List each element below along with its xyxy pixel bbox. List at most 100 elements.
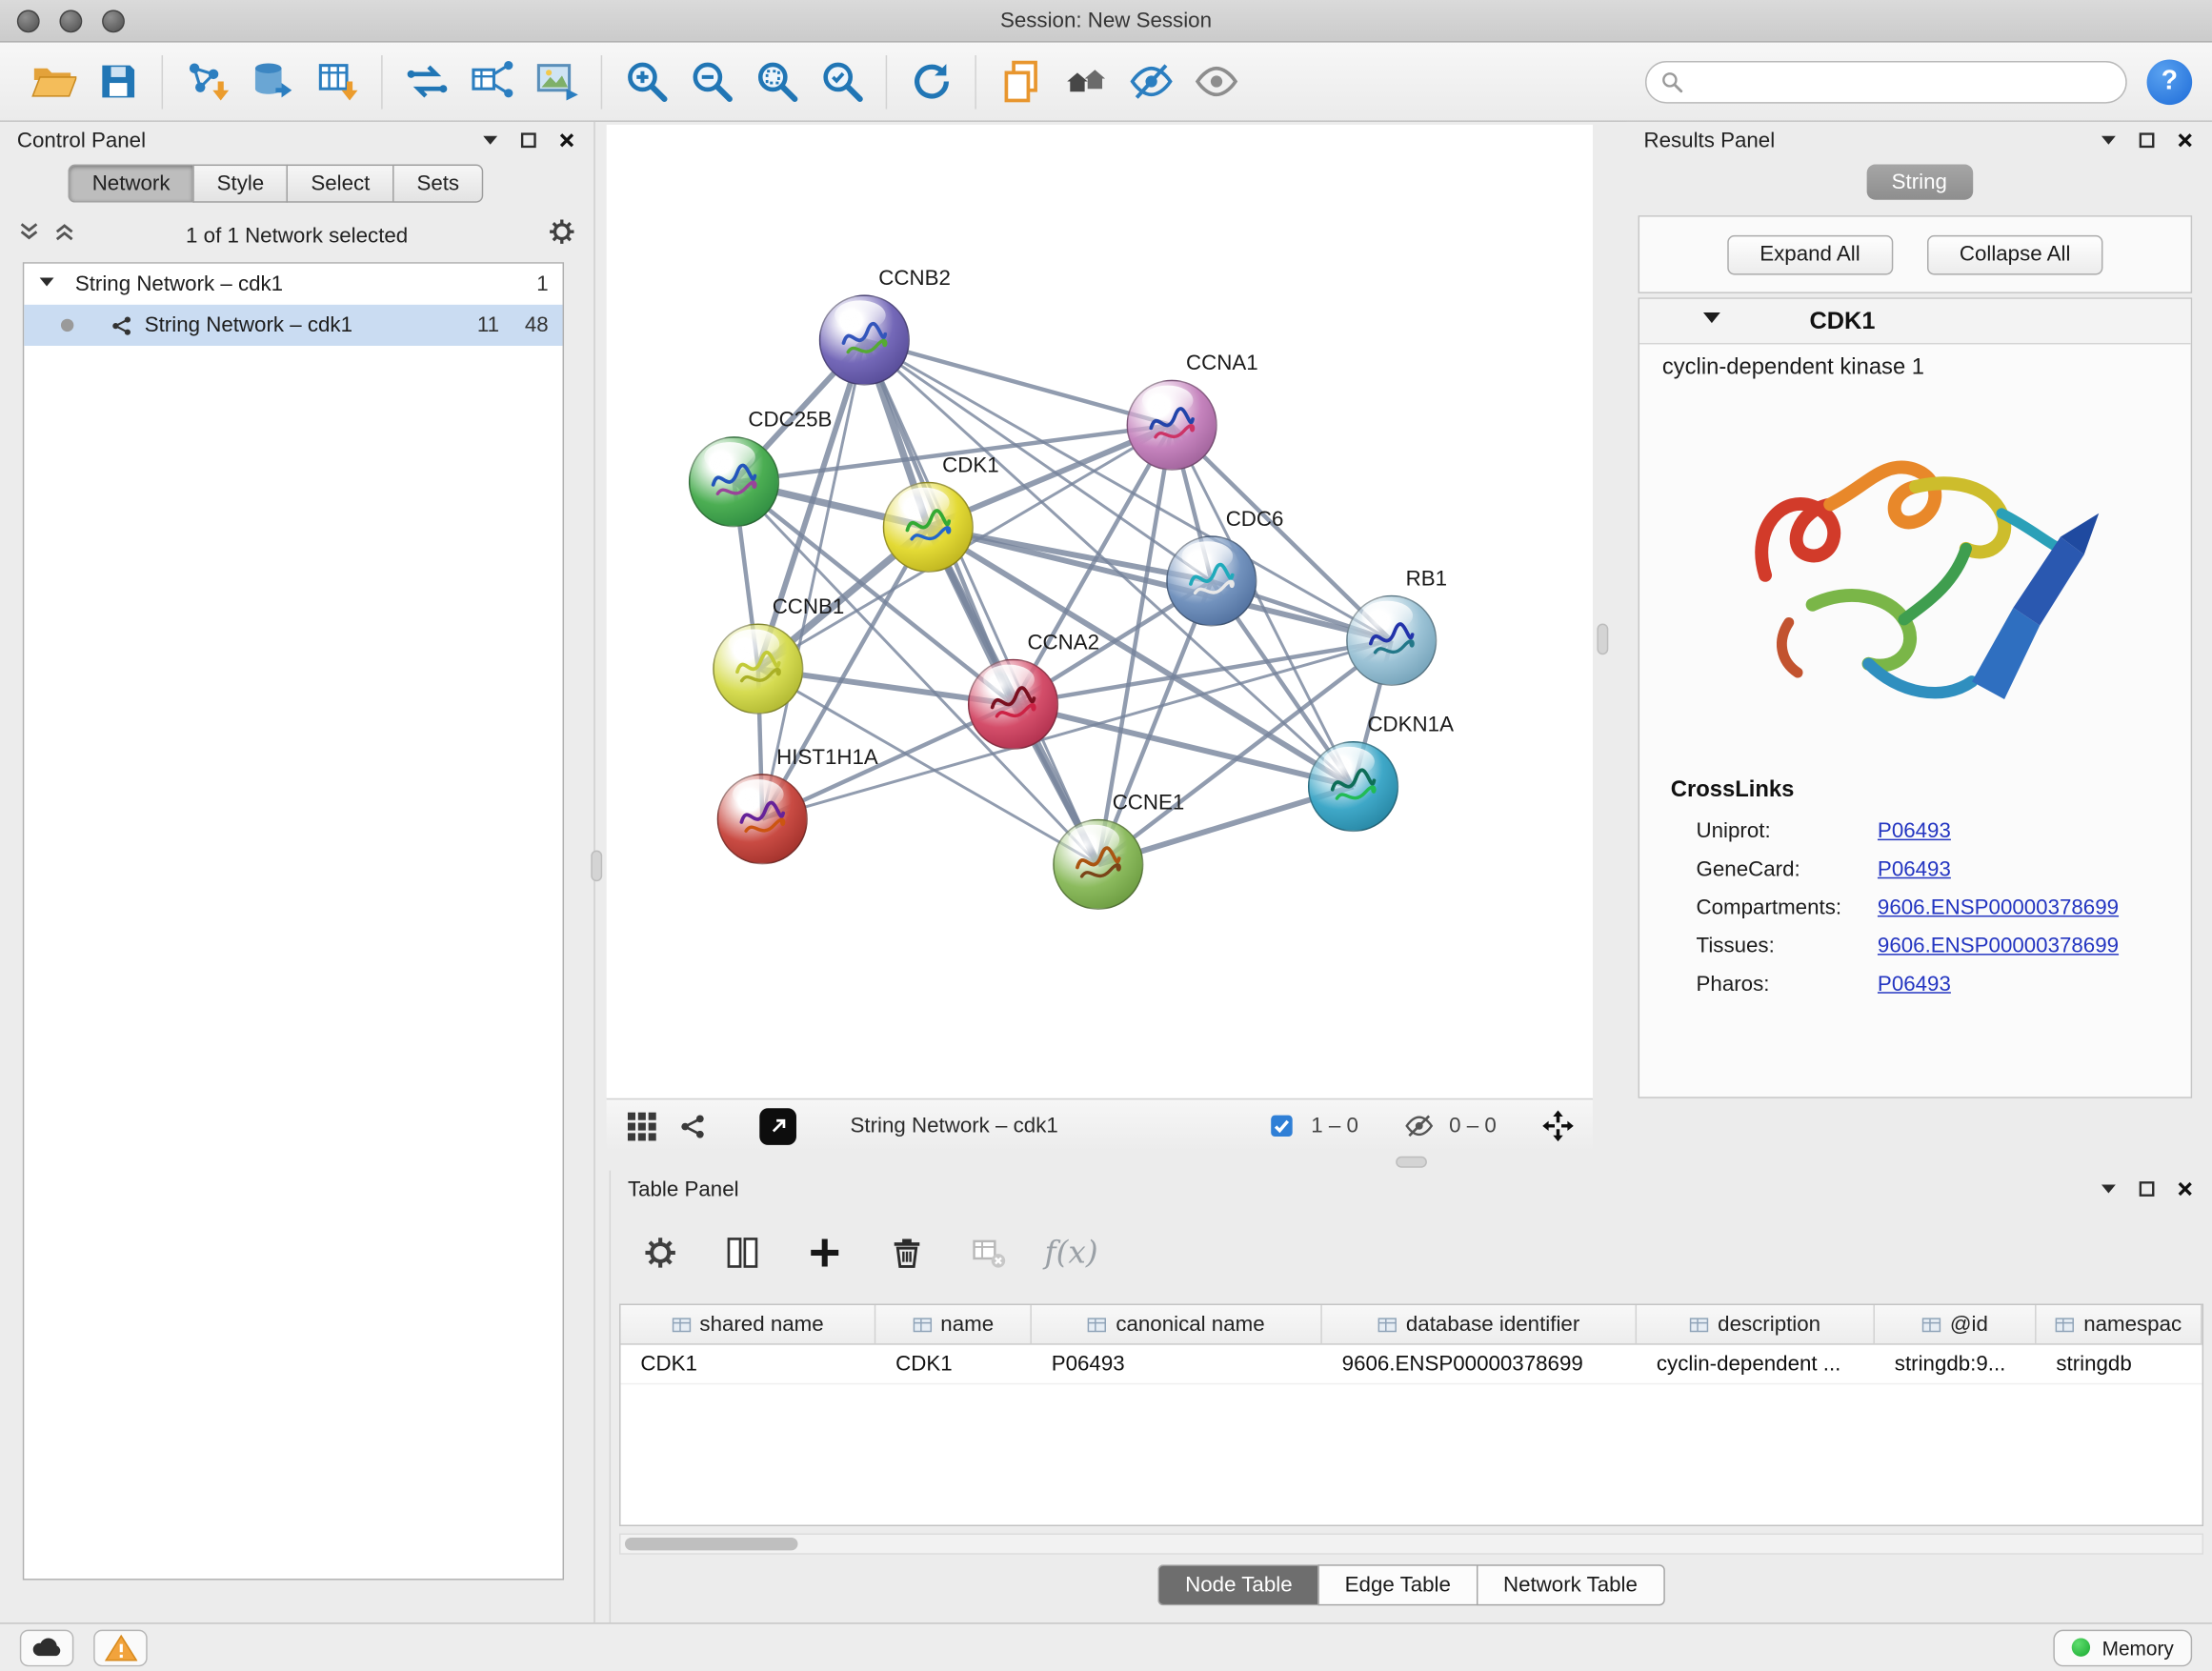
network-edge[interactable] [864,340,1097,864]
memory-button[interactable]: Memory [2054,1629,2192,1666]
network-node-ccnb2[interactable] [819,294,910,385]
network-node-hist1h1a[interactable] [717,774,808,864]
expand-all-button[interactable]: Expand All [1727,234,1893,274]
cloud-status-button[interactable] [20,1629,74,1666]
tab-network-table[interactable]: Network Table [1477,1564,1665,1605]
help-button[interactable]: ? [2147,59,2193,105]
close-panel-button[interactable] [557,131,577,151]
network-node-ccnb1[interactable] [713,624,803,715]
caret-down-icon[interactable] [1701,308,1721,334]
network-edge[interactable] [762,640,1391,818]
gene-card-header[interactable]: CDK1 [1639,299,2191,345]
network-view-canvas[interactable]: CCNB2CCNA1CDC25BCDK1CDC6RB1CCNB1CCNA2CDK… [607,125,1593,1098]
zoom-selected-button[interactable] [809,49,874,113]
network-options-button[interactable] [547,217,576,254]
open-in-new-window-button[interactable] [759,1107,796,1144]
create-column-button[interactable] [800,1229,849,1278]
show-all-button[interactable] [1183,49,1248,113]
vertical-splitter-handle[interactable] [1597,624,1608,655]
vertical-splitter-handle[interactable] [591,851,602,882]
crosslink-compartments[interactable]: 9606.ENSP00000378699 [1878,896,2119,919]
table-cell-name[interactable]: CDK1 [875,1345,1032,1383]
tab-style[interactable]: Style [192,165,287,203]
network-edge[interactable] [758,340,865,669]
collapse-all-icon[interactable] [17,220,41,252]
network-row-selected[interactable]: String Network – cdk1 11 48 [24,305,562,346]
close-panel-button[interactable] [2175,1179,2195,1199]
network-node-ccna2[interactable] [968,659,1058,750]
crosslink-pharos[interactable]: P06493 [1878,972,1951,996]
delete-column-button[interactable] [883,1229,932,1278]
column-header-id[interactable]: @id [1875,1305,2037,1343]
float-panel-button[interactable] [518,131,538,151]
network-node-rb1[interactable] [1346,595,1437,686]
column-header-database-identifier[interactable]: database identifier [1322,1305,1637,1343]
network-node-ccna1[interactable] [1127,380,1217,471]
zoom-fit-button[interactable] [744,49,809,113]
crosslink-tissues[interactable]: 9606.ENSP00000378699 [1878,934,2119,957]
tab-string[interactable]: String [1866,165,1973,200]
close-panel-button[interactable] [2175,131,2195,151]
network-node-cdk1[interactable] [883,482,974,573]
collapse-panel-button[interactable] [480,131,500,151]
selected-checkbox[interactable] [1263,1107,1300,1144]
collapse-panel-button[interactable] [2099,131,2119,151]
network-node-cdc25b[interactable] [689,436,779,527]
open-session-button[interactable] [20,49,85,113]
new-network-from-selection-button[interactable] [394,49,459,113]
tab-sets[interactable]: Sets [392,165,483,203]
network-collection-row[interactable]: String Network – cdk1 1 [24,264,562,305]
apply-layout-button[interactable] [898,49,963,113]
column-header-description[interactable]: description [1637,1305,1875,1343]
tab-node-table[interactable]: Node Table [1158,1564,1318,1605]
table-cell-description[interactable]: cyclin-dependent ... [1637,1345,1875,1383]
grid-view-button[interactable] [624,1107,661,1144]
export-image-button[interactable] [524,49,589,113]
table-to-network-button[interactable] [459,49,524,113]
tab-select[interactable]: Select [287,165,392,203]
column-header-name[interactable]: name [875,1305,1032,1343]
import-network-database-button[interactable] [239,49,304,113]
float-panel-button[interactable] [2137,1179,2157,1199]
crosslink-uniprot[interactable]: P06493 [1878,819,1951,843]
network-node-cdc6[interactable] [1166,535,1257,626]
table-horizontal-scrollbar[interactable] [619,1533,2203,1554]
search-box[interactable] [1645,60,2127,103]
table-cell-database-identifier[interactable]: 9606.ENSP00000378699 [1322,1345,1637,1383]
horizontal-splitter-handle[interactable] [1396,1157,1427,1168]
save-session-button[interactable] [85,49,150,113]
table-settings-button[interactable] [636,1229,685,1278]
search-input[interactable] [1695,70,2111,93]
function-builder-button[interactable]: f(x) [1047,1229,1096,1278]
import-network-file-button[interactable] [174,49,239,113]
first-neighbors-button[interactable] [1053,49,1117,113]
zoom-out-button[interactable] [679,49,744,113]
table-cell-namespac[interactable]: stringdb [2037,1345,2202,1383]
column-header-canonical-name[interactable]: canonical name [1032,1305,1322,1343]
network-node-ccne1[interactable] [1053,819,1143,910]
expand-all-icon[interactable] [52,220,76,252]
tab-network[interactable]: Network [68,165,192,203]
hide-selected-button[interactable] [1118,49,1183,113]
scrollbar-thumb[interactable] [625,1538,797,1550]
warnings-button[interactable] [93,1629,148,1666]
float-panel-button[interactable] [2137,131,2157,151]
collapse-panel-button[interactable] [2099,1179,2119,1199]
network-node-cdkn1a[interactable] [1308,741,1398,832]
table-cell-shared-name[interactable]: CDK1 [621,1345,876,1383]
zoom-in-button[interactable] [613,49,678,113]
crosslink-genecard[interactable]: P06493 [1878,857,1951,881]
table-cell-id[interactable]: stringdb:9... [1875,1345,2037,1383]
table-row[interactable]: CDK1CDK1P064939606.ENSP00000378699cyclin… [621,1345,2202,1385]
pan-mode-button[interactable] [1538,1107,1576,1144]
import-table-button[interactable] [305,49,370,113]
column-header-shared-name[interactable]: shared name [621,1305,876,1343]
caret-down-icon[interactable] [38,272,55,296]
table-cell-canonical-name[interactable]: P06493 [1032,1345,1322,1383]
tab-edge-table[interactable]: Edge Table [1317,1564,1476,1605]
copy-document-button[interactable] [988,49,1053,113]
network-overview-button[interactable] [674,1107,712,1144]
collapse-all-button[interactable]: Collapse All [1927,234,2103,274]
hidden-eye-icon[interactable] [1401,1107,1438,1144]
show-columns-button[interactable] [718,1229,767,1278]
